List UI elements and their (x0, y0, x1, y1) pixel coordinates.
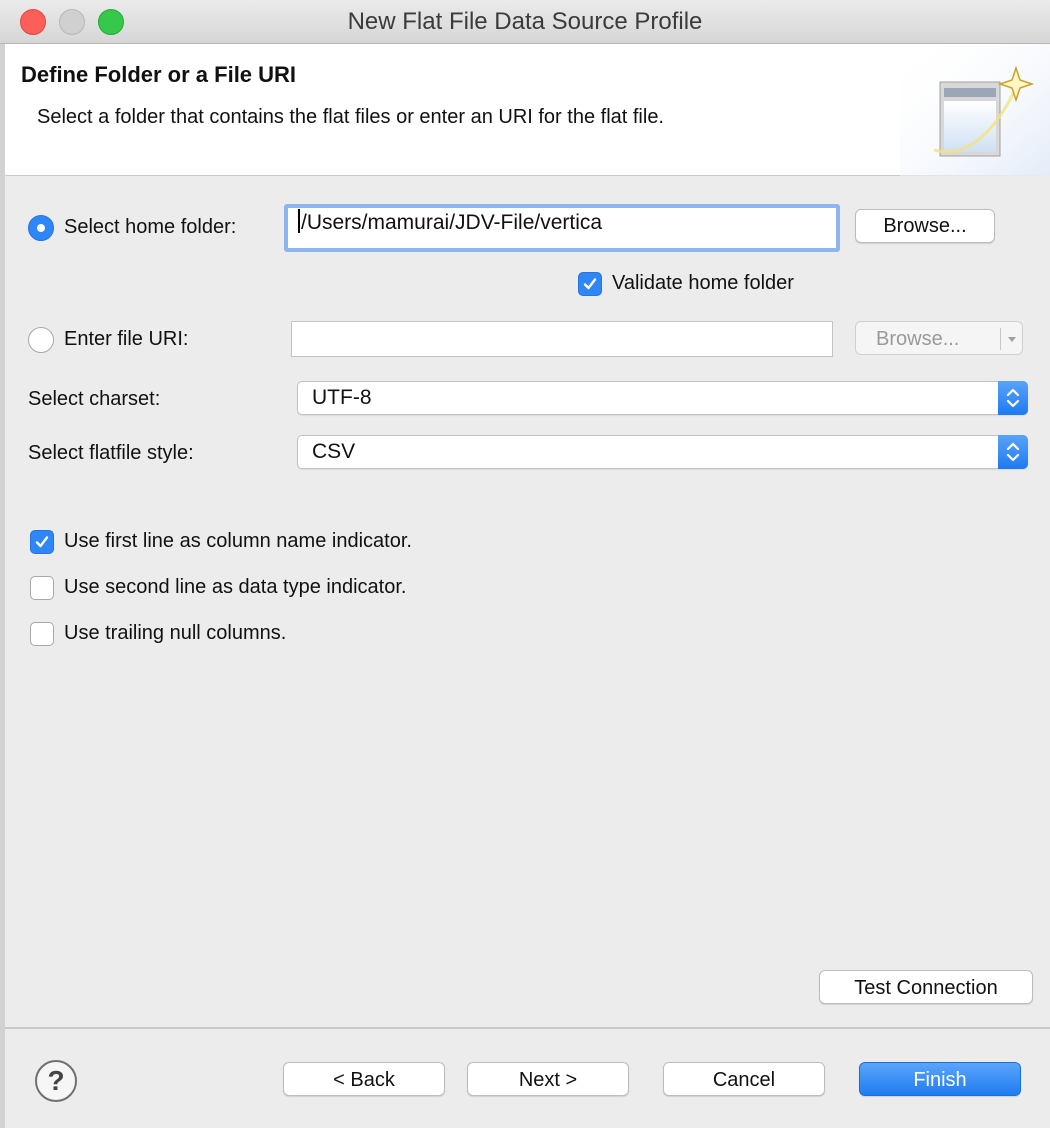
finish-button[interactable]: Finish (859, 1062, 1021, 1096)
charset-value: UTF-8 (312, 386, 372, 409)
updown-chevron-icon (1006, 388, 1020, 408)
back-button[interactable]: < Back (283, 1062, 445, 1096)
file-uri-browse-button: Browse... (855, 321, 1023, 355)
charset-select[interactable]: UTF-8 (297, 381, 1028, 415)
file-uri-radio[interactable] (28, 327, 54, 353)
wizard-window-sparkle-icon (900, 44, 1050, 176)
title-bar: New Flat File Data Source Profile (0, 0, 1050, 44)
flatfile-style-label: Select flatfile style: (28, 442, 194, 464)
trailing-null-columns-label: Use trailing null columns. (64, 622, 287, 644)
file-uri-browse-label: Browse... (876, 328, 960, 350)
window-title: New Flat File Data Source Profile (347, 8, 703, 35)
next-button[interactable]: Next > (467, 1062, 629, 1096)
flatfile-style-select[interactable]: CSV (297, 435, 1028, 469)
checkmark-icon (35, 536, 49, 548)
charset-stepper[interactable] (998, 381, 1028, 415)
wizard-banner: Define Folder or a File URI Select a fol… (5, 44, 1050, 176)
page-description: Select a folder that contains the flat f… (37, 106, 664, 128)
updown-chevron-icon (1006, 442, 1020, 462)
help-icon[interactable]: ? (35, 1060, 77, 1102)
dropdown-arrow-icon (1008, 337, 1016, 342)
page-heading: Define Folder or a File URI (21, 62, 297, 87)
second-line-data-type-checkbox[interactable] (30, 576, 54, 600)
validate-home-folder-label: Validate home folder (612, 272, 794, 294)
cancel-button[interactable]: Cancel (663, 1062, 825, 1096)
trailing-null-columns-checkbox[interactable] (30, 622, 54, 646)
first-line-column-name-checkbox[interactable] (30, 530, 54, 554)
charset-label: Select charset: (28, 388, 161, 410)
first-line-column-name-label: Use first line as column name indicator. (64, 530, 412, 552)
file-uri-label: Enter file URI: (64, 328, 189, 350)
flatfile-style-stepper[interactable] (998, 435, 1028, 469)
dialog-window: New Flat File Data Source Profile Define… (0, 0, 1050, 1128)
browse-split-separator (1000, 328, 1001, 350)
home-folder-input[interactable]: /Users/mamurai/JDV-File/vertica (284, 204, 840, 252)
checkmark-icon (583, 278, 597, 290)
home-folder-browse-button[interactable]: Browse... (855, 209, 995, 243)
footer-divider (5, 1027, 1050, 1029)
flatfile-style-value: CSV (312, 440, 356, 463)
validate-home-folder-checkbox[interactable] (578, 272, 602, 296)
home-folder-value: /Users/mamurai/JDV-File/vertica (301, 211, 603, 234)
text-caret (298, 209, 300, 233)
file-uri-input[interactable] (291, 321, 833, 357)
window-left-edge (0, 44, 5, 1128)
test-connection-button[interactable]: Test Connection (819, 970, 1033, 1004)
home-folder-radio[interactable] (28, 215, 54, 241)
home-folder-label: Select home folder: (64, 216, 237, 238)
second-line-data-type-label: Use second line as data type indicator. (64, 576, 407, 598)
